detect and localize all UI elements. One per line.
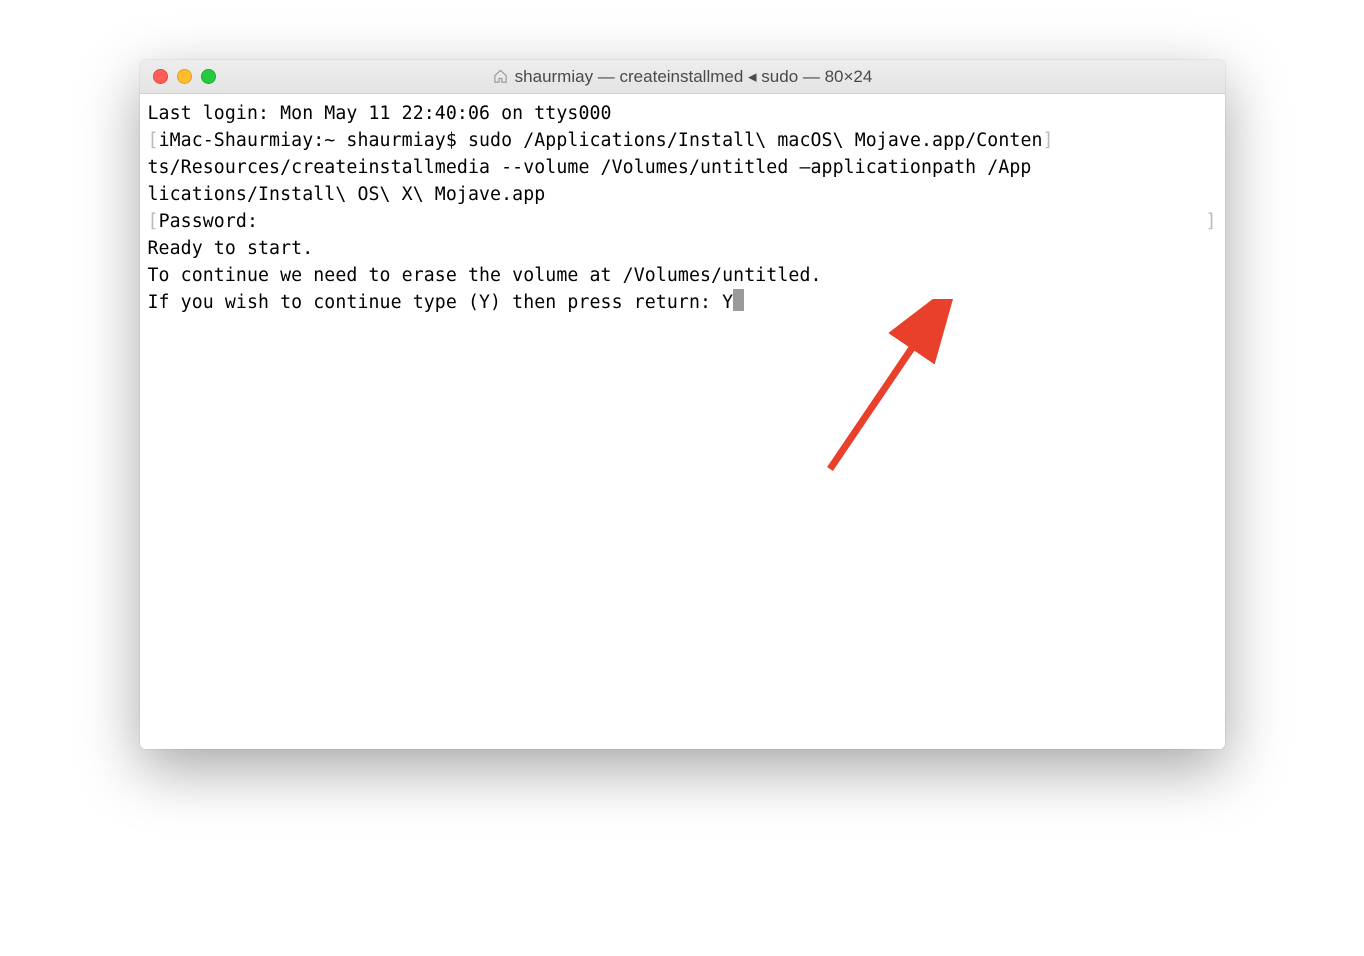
home-icon xyxy=(492,69,509,84)
terminal-line: To continue we need to erase the volume … xyxy=(148,262,1217,289)
terminal-line: ts/Resources/createinstallmedia --volume… xyxy=(148,154,1217,181)
close-button[interactable] xyxy=(153,69,168,84)
terminal-line: [iMac-Shaurmiay:~ shaurmiay$ sudo /Appli… xyxy=(148,127,1217,154)
terminal-line: [Password:] xyxy=(148,208,1217,235)
terminal-window: shaurmiay — createinstallmed ◂ sudo — 80… xyxy=(140,60,1225,749)
terminal-content[interactable]: Last login: Mon May 11 22:40:06 on ttys0… xyxy=(140,94,1225,749)
terminal-line: lications/Install\ OS\ X\ Mojave.app xyxy=(148,181,1217,208)
cursor xyxy=(733,289,744,311)
traffic-lights xyxy=(140,69,216,84)
titlebar[interactable]: shaurmiay — createinstallmed ◂ sudo — 80… xyxy=(140,60,1225,94)
terminal-line: If you wish to continue type (Y) then pr… xyxy=(148,289,1217,316)
terminal-line: Ready to start. xyxy=(148,235,1217,262)
minimize-button[interactable] xyxy=(177,69,192,84)
terminal-line: Last login: Mon May 11 22:40:06 on ttys0… xyxy=(148,100,1217,127)
window-title: shaurmiay — createinstallmed ◂ sudo — 80… xyxy=(515,67,873,87)
title-container: shaurmiay — createinstallmed ◂ sudo — 80… xyxy=(140,60,1225,93)
arrow-annotation xyxy=(820,299,970,487)
zoom-button[interactable] xyxy=(201,69,216,84)
